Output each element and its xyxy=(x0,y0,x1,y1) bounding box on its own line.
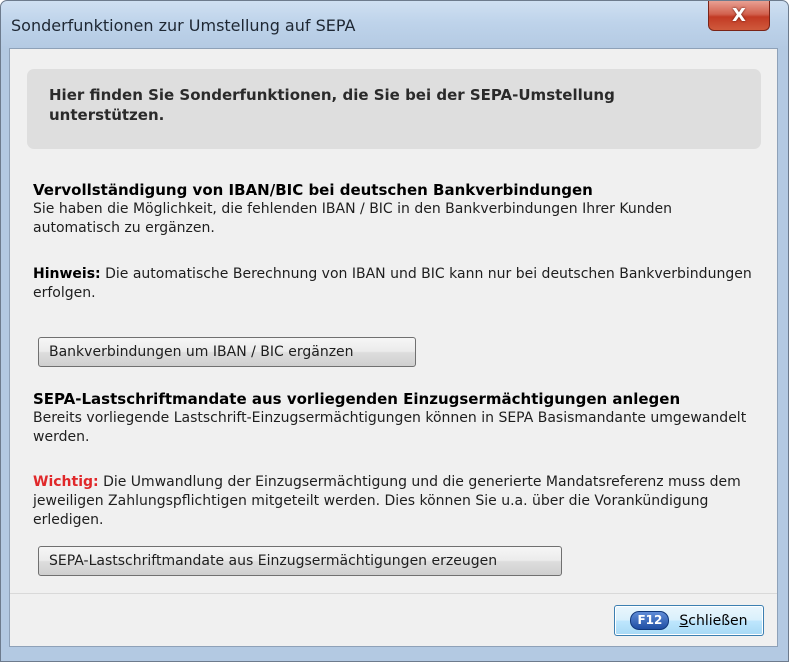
iban-section-description: Sie haben die Möglichkeit, die fehlenden… xyxy=(33,201,672,236)
hint-label: Hinweis: xyxy=(33,266,101,282)
iban-hint: Hinweis: Die automatische Berechnung von… xyxy=(33,265,763,303)
window-title: Sonderfunktionen zur Umstellung auf SEPA xyxy=(11,16,356,35)
title-bar[interactable]: Sonderfunktionen zur Umstellung auf SEPA… xyxy=(1,1,788,47)
dialog-window: Sonderfunktionen zur Umstellung auf SEPA… xyxy=(0,0,789,662)
close-icon: X xyxy=(732,4,746,26)
info-text: Hier finden Sie Sonderfunktionen, die Si… xyxy=(49,86,615,124)
sepa-section-description: Bereits vorliegende Lastschrift-Einzugse… xyxy=(33,410,747,445)
close-label-rest: chließen xyxy=(688,612,748,629)
sepa-warning: Wichtig: Die Umwandlung der Einzugsermäc… xyxy=(33,473,763,530)
info-panel: Hier finden Sie Sonderfunktionen, die Si… xyxy=(27,69,761,149)
close-dialog-button[interactable]: F12 Schließen xyxy=(614,605,764,636)
iban-section-heading: Vervollständigung von IBAN/BIC bei deuts… xyxy=(33,181,593,199)
f12-key-badge: F12 xyxy=(630,611,670,630)
window-close-button[interactable]: X xyxy=(708,1,770,31)
hint-text: Die automatische Berechnung von IBAN und… xyxy=(33,266,752,301)
dialog-content: Hier finden Sie Sonderfunktionen, die Si… xyxy=(9,48,778,647)
warning-label: Wichtig: xyxy=(33,474,99,490)
dialog-footer: F12 Schließen xyxy=(10,593,777,646)
close-mnemonic: S xyxy=(679,612,689,629)
close-button-label: Schließen xyxy=(679,613,747,629)
warning-text: Die Umwandlung der Einzugsermächtigung u… xyxy=(33,474,741,528)
sepa-section-heading: SEPA-Lastschriftmandate aus vorliegenden… xyxy=(33,390,681,408)
create-sepa-mandates-button[interactable]: SEPA-Lastschriftmandate aus Einzugsermäc… xyxy=(38,546,562,576)
add-iban-bic-button[interactable]: Bankverbindungen um IBAN / BIC ergänzen xyxy=(38,337,416,367)
